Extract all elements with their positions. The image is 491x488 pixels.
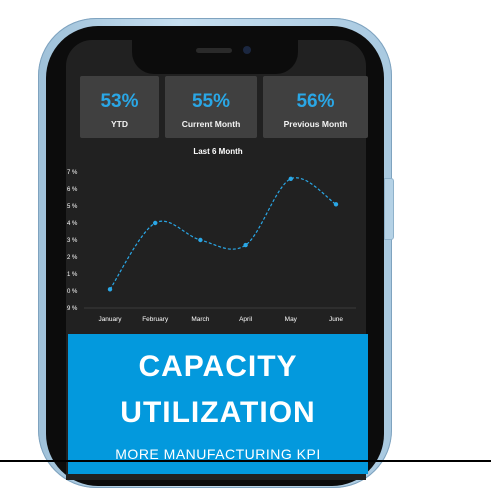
- chart-title: Last 6 Month: [193, 147, 243, 156]
- kpi-value: 53%: [100, 91, 139, 112]
- x-tick-label: March: [191, 316, 209, 323]
- kpi-label: Previous Month: [283, 119, 348, 129]
- data-point[interactable]: [288, 176, 293, 181]
- kpi-value: 55%: [191, 91, 231, 112]
- data-point[interactable]: [333, 202, 339, 207]
- y-tick-label: 9 %: [67, 306, 78, 312]
- x-tick-label: June: [329, 316, 343, 323]
- line-chart: 7 % 6 % 5 % 4 % 3 % 2 % 1 % 0 % 9 % January Februa…: [67, 170, 356, 323]
- banner-title-line2: UTILIZATION: [120, 396, 316, 429]
- kpi-label: Current Month: [181, 119, 241, 129]
- data-point[interactable]: [243, 242, 248, 248]
- kpi-stats-row: 53% YTD 55% Current Month 56% Previous M…: [68, 76, 368, 138]
- phone-side-button: [384, 178, 394, 240]
- kpi-card-current-month[interactable]: 55% Current Month: [165, 76, 257, 138]
- y-tick-label: 0 %: [67, 289, 78, 295]
- x-tick-label: April: [239, 316, 253, 323]
- y-tick-label: 7 %: [67, 170, 78, 176]
- x-tick-label: January: [98, 316, 122, 323]
- y-tick-label: 4 %: [67, 221, 78, 227]
- data-point[interactable]: [107, 287, 113, 292]
- y-tick-label: 2 %: [67, 255, 78, 261]
- data-point[interactable]: [153, 220, 158, 226]
- y-tick-label: 5 %: [67, 204, 78, 210]
- y-tick-label: 3 %: [67, 238, 78, 244]
- speaker-grille: [196, 48, 232, 53]
- capacity-utilization-banner[interactable]: CAPACITY UTILIZATION MORE MANUFACTURING …: [68, 334, 368, 474]
- series-line: [109, 177, 337, 290]
- y-tick-label: 6 %: [67, 187, 78, 193]
- kpi-card-ytd[interactable]: 53% YTD: [80, 76, 159, 138]
- data-point[interactable]: [198, 237, 203, 243]
- kpi-value: 56%: [296, 91, 335, 112]
- y-tick-label: 1 %: [67, 272, 78, 278]
- front-camera: [243, 46, 251, 54]
- banner-title-line1: CAPACITY: [138, 350, 298, 383]
- x-tick-label: February: [142, 316, 169, 323]
- x-tick-label: May: [285, 316, 298, 323]
- kpi-card-previous-month[interactable]: 56% Previous Month: [263, 76, 368, 138]
- kpi-label: YTD: [111, 119, 128, 129]
